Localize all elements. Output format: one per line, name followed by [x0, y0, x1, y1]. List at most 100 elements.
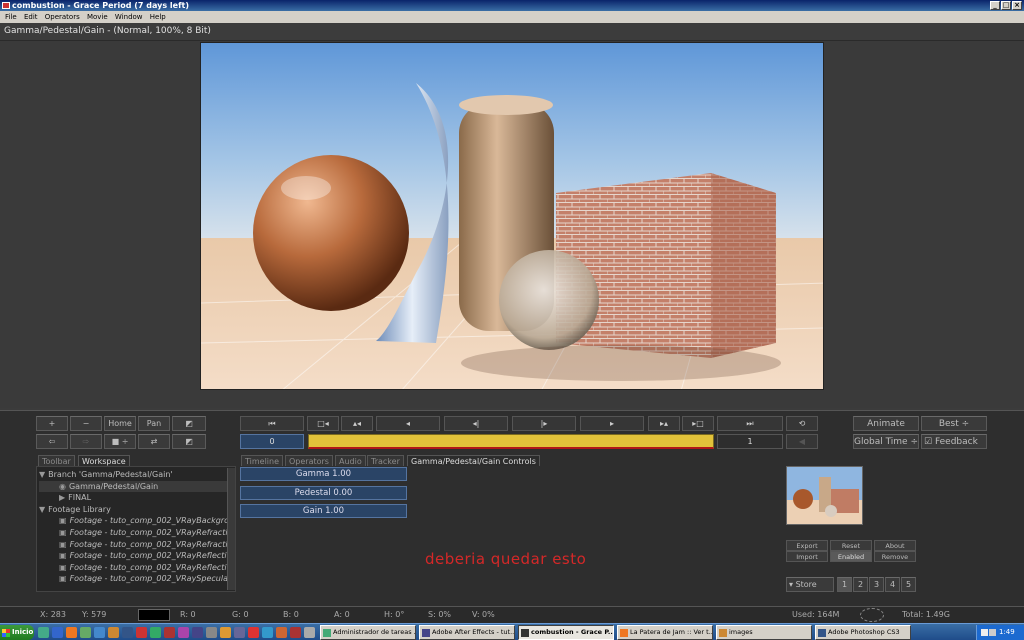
tab-audio[interactable]: Audio	[335, 455, 366, 466]
tree-item[interactable]: ▣ Footage - tuto_comp_002_VRayBackground	[39, 515, 235, 527]
zoom-in-button[interactable]: +	[36, 416, 68, 431]
task-combustion[interactable]: combustion - Grace P...	[518, 625, 614, 640]
back-button[interactable]: ⇦	[36, 434, 68, 449]
tab-tracker[interactable]: Tracker	[367, 455, 404, 466]
quicklaunch-app2-icon[interactable]	[94, 627, 105, 638]
go-to-start-button[interactable]: ⏮	[240, 416, 304, 431]
quicklaunch-firefox-icon[interactable]	[66, 627, 77, 638]
timeline-scrubber[interactable]	[308, 434, 714, 449]
channel-select[interactable]: ■ ÷	[104, 434, 136, 449]
tab-workspace[interactable]: Workspace	[78, 455, 130, 466]
about-button[interactable]: About	[874, 540, 916, 551]
tray-network-icon[interactable]	[981, 629, 988, 636]
go-to-end-button[interactable]: ⏭	[717, 416, 783, 431]
menu-operators[interactable]: Operators	[45, 13, 80, 21]
quicklaunch-ie-icon[interactable]	[52, 627, 63, 638]
tab-timeline[interactable]: Timeline	[241, 455, 284, 466]
menu-movie[interactable]: Movie	[87, 13, 108, 21]
tree-item[interactable]: ▣ Footage - tuto_comp_002_VRayReflection	[39, 562, 235, 574]
next-mark-button[interactable]: ▸▴	[648, 416, 680, 431]
gain-slider[interactable]: Gain 1.00	[240, 504, 407, 518]
task-photoshop[interactable]: Adobe Photoshop CS3	[815, 625, 911, 640]
tree-scrollbar[interactable]	[227, 468, 235, 590]
viewer-icon-button-2[interactable]: ◩	[172, 434, 206, 449]
tree-item[interactable]: ▣ Footage - tuto_comp_002_VRayRefraction	[39, 539, 235, 551]
swap-button[interactable]: ⇄	[138, 434, 170, 449]
home-button[interactable]: Home	[104, 416, 136, 431]
pedestal-slider[interactable]: Pedestal 0.00	[240, 486, 407, 500]
remove-button[interactable]: Remove	[874, 551, 916, 562]
time-mode-select[interactable]: Global Time ÷	[853, 434, 919, 449]
menu-file[interactable]: File	[5, 13, 17, 21]
prev-keyframe-button[interactable]: □◂	[307, 416, 339, 431]
quicklaunch-id-icon[interactable]	[178, 627, 189, 638]
quicklaunch-misc2-icon[interactable]	[220, 627, 231, 638]
start-button[interactable]: Inicio	[0, 625, 34, 640]
store-slot-1[interactable]: 1	[837, 577, 852, 592]
forward-button[interactable]: ⇨	[70, 434, 102, 449]
quicklaunch-misc-icon[interactable]	[206, 627, 217, 638]
play-button[interactable]: ▸	[580, 416, 644, 431]
tab-gpg-controls[interactable]: Gamma/Pedestal/Gain Controls	[407, 455, 540, 466]
task-images[interactable]: images	[716, 625, 812, 640]
menu-help[interactable]: Help	[150, 13, 166, 21]
tree-item[interactable]: ▼ Footage Library	[39, 504, 235, 516]
tray-volume-icon[interactable]	[989, 629, 996, 636]
step-forward-button[interactable]: |▸	[512, 416, 576, 431]
tree-item[interactable]: ▣ Footage - tuto_comp_002_VRayReflection	[39, 550, 235, 562]
step-back-button[interactable]: ◂|	[444, 416, 508, 431]
task-after-effects[interactable]: Adobe After Effects - tut...	[419, 625, 515, 640]
start-frame-field[interactable]: 0	[240, 434, 304, 449]
tree-item[interactable]: ▶ FINAL	[39, 492, 235, 504]
thumbnail-preview[interactable]	[786, 466, 863, 525]
tree-item[interactable]: ▼ Branch 'Gamma/Pedestal/Gain'	[39, 469, 235, 481]
quicklaunch-dw-icon[interactable]	[150, 627, 161, 638]
tree-item[interactable]: ▣ Footage - tuto_comp_002_VRaySpecular	[39, 573, 235, 585]
task-firefox[interactable]: La Patera de Jam :: Ver t...	[617, 625, 713, 640]
menu-window[interactable]: Window	[115, 13, 143, 21]
enabled-toggle[interactable]: Enabled	[830, 551, 872, 562]
tab-toolbar[interactable]: Toolbar	[38, 455, 75, 466]
store-slot-5[interactable]: 5	[901, 577, 916, 592]
export-button[interactable]: Export	[786, 540, 828, 551]
quicklaunch-app-icon[interactable]	[80, 627, 91, 638]
quicklaunch-misc8-icon[interactable]	[304, 627, 315, 638]
quicklaunch-misc5-icon[interactable]	[262, 627, 273, 638]
close-button[interactable]: ×	[1012, 1, 1022, 10]
store-slot-2[interactable]: 2	[853, 577, 868, 592]
tree-item[interactable]: ▣ Footage - tuto_comp_002_VRayRefraction	[39, 527, 235, 539]
menu-edit[interactable]: Edit	[24, 13, 38, 21]
audio-button[interactable]: ◀	[786, 434, 818, 449]
quicklaunch-fl-icon[interactable]	[164, 627, 175, 638]
next-keyframe-button[interactable]: ▸□	[682, 416, 714, 431]
quicklaunch-misc4-icon[interactable]	[248, 627, 259, 638]
maximize-button[interactable]: □	[1001, 1, 1011, 10]
quicklaunch-ai-icon[interactable]	[136, 627, 147, 638]
zoom-out-button[interactable]: −	[70, 416, 102, 431]
loop-button[interactable]: ⟲	[786, 416, 818, 431]
end-frame-field[interactable]: 1	[717, 434, 783, 449]
viewer-icon-button[interactable]: ◩	[172, 416, 206, 431]
import-button[interactable]: Import	[786, 551, 828, 562]
minimize-button[interactable]: _	[990, 1, 1000, 10]
reset-button[interactable]: Reset	[830, 540, 872, 551]
gamma-slider[interactable]: Gamma 1.00	[240, 467, 407, 481]
tab-operators[interactable]: Operators	[285, 455, 333, 466]
animate-button[interactable]: Animate	[853, 416, 919, 431]
render-preview[interactable]	[200, 42, 824, 390]
quicklaunch-misc7-icon[interactable]	[290, 627, 301, 638]
store-button[interactable]: ▾ Store	[786, 577, 834, 592]
quality-select[interactable]: Best ÷	[921, 416, 987, 431]
store-slot-3[interactable]: 3	[869, 577, 884, 592]
quicklaunch-ps-icon[interactable]	[122, 627, 133, 638]
quicklaunch-bridge-icon[interactable]	[108, 627, 119, 638]
quicklaunch-desktop-icon[interactable]	[38, 627, 49, 638]
task-task-manager[interactable]: Administrador de tareas ...	[320, 625, 416, 640]
quicklaunch-ae-icon[interactable]	[192, 627, 203, 638]
feedback-checkbox[interactable]: ☑ Feedback	[921, 434, 987, 449]
play-reverse-button[interactable]: ◂	[376, 416, 440, 431]
prev-mark-button[interactable]: ▴◂	[341, 416, 373, 431]
quicklaunch-misc3-icon[interactable]	[234, 627, 245, 638]
quicklaunch-misc6-icon[interactable]	[276, 627, 287, 638]
tree-item[interactable]: ◉ Gamma/Pedestal/Gain	[39, 480, 235, 493]
